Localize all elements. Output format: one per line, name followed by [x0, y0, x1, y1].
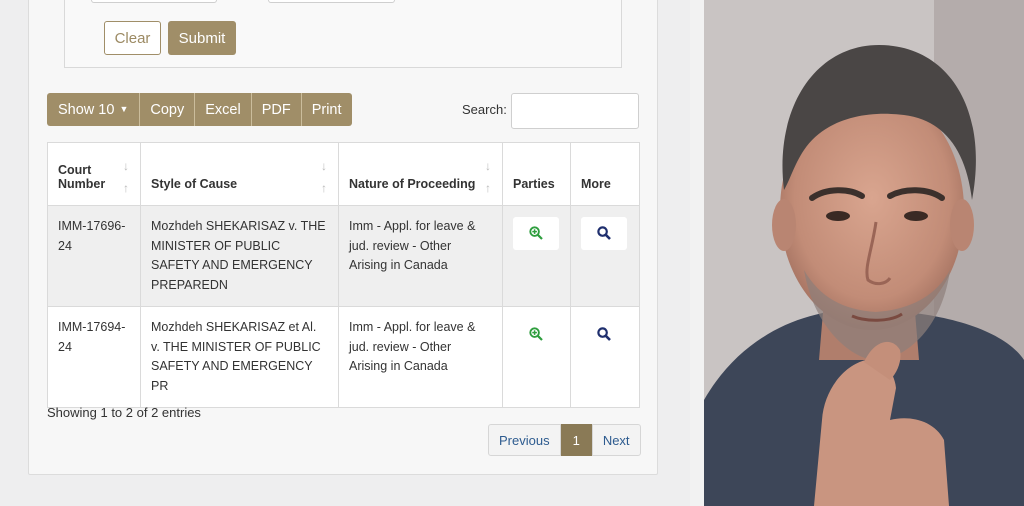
cell-style-of-cause: Mozhdeh SHEKARISAZ v. THE MINISTER OF PU… — [140, 205, 339, 307]
browser-page: Clear Submit Show 10 ▼ Copy Excel PDF Pri… — [0, 0, 690, 506]
col-header-more: More — [570, 142, 640, 206]
form-field-stub[interactable] — [91, 0, 217, 3]
search-label: Search: — [462, 102, 507, 117]
print-button[interactable]: Print — [301, 93, 352, 126]
pdf-button[interactable]: PDF — [251, 93, 302, 126]
zoom-in-icon — [529, 327, 543, 341]
results-table: Court Number ↓ ↑ Style of Cause ↓ ↑ Nature… — [47, 142, 640, 408]
show-entries-label: Show 10 — [58, 101, 115, 118]
more-button[interactable] — [581, 318, 627, 351]
header-court-line1: Court — [58, 163, 92, 177]
sort-icon: ↓ ↑ — [485, 159, 491, 195]
parties-button[interactable] — [513, 318, 559, 351]
copy-button[interactable]: Copy — [140, 93, 196, 126]
cell-court-number: IMM-17696-24 — [47, 205, 141, 307]
cell-court-number: IMM-17694-24 — [47, 306, 141, 408]
submit-button[interactable]: Submit — [168, 21, 236, 55]
show-entries-button[interactable]: Show 10 ▼ — [47, 93, 141, 126]
zoom-in-icon — [529, 226, 543, 240]
table-row: IMM-17696-24 Mozhdeh SHEKARISAZ v. THE M… — [47, 205, 640, 307]
presenter-video — [704, 0, 1024, 506]
clear-button[interactable]: Clear — [104, 21, 161, 55]
next-page-button[interactable]: Next — [591, 424, 641, 456]
header-nature-label: Nature of Proceeding — [349, 177, 476, 191]
col-header-nature[interactable]: Nature of Proceeding ↓ ↑ — [338, 142, 503, 206]
excel-button[interactable]: Excel — [195, 93, 252, 126]
header-court-line2: Number — [58, 177, 106, 191]
col-header-style-of-cause[interactable]: Style of Cause ↓ ↑ — [140, 142, 339, 206]
table-info: Showing 1 to 2 of 2 entries — [47, 405, 201, 420]
search-icon — [597, 226, 611, 240]
more-button[interactable] — [581, 217, 627, 250]
previous-page-button[interactable]: Previous — [488, 424, 561, 456]
caret-down-icon: ▼ — [119, 103, 129, 114]
sort-icon: ↓ ↑ — [321, 159, 327, 195]
pagination: Previous 1 Next — [488, 424, 641, 456]
cell-parties — [502, 306, 571, 408]
webcam-overlay — [690, 0, 1024, 506]
cell-nature: Imm - Appl. for leave & jud. review - Ot… — [338, 205, 503, 307]
table-header-row: Court Number ↓ ↑ Style of Cause ↓ ↑ Nature… — [47, 142, 640, 206]
search-input[interactable] — [511, 93, 639, 129]
table-toolbar: Show 10 ▼ Copy Excel PDF Print — [47, 93, 352, 126]
header-style-label: Style of Cause — [151, 177, 238, 191]
col-header-parties: Parties — [502, 142, 571, 206]
cell-nature: Imm - Appl. for leave & jud. review - Ot… — [338, 306, 503, 408]
parties-button[interactable] — [513, 217, 559, 250]
search-icon — [597, 327, 611, 341]
col-header-court-number[interactable]: Court Number ↓ ↑ — [47, 142, 141, 206]
cell-parties — [502, 205, 571, 307]
sort-icon: ↓ ↑ — [123, 159, 129, 195]
cell-more — [570, 306, 640, 408]
page-number-button[interactable]: 1 — [560, 424, 592, 456]
form-field-stub[interactable] — [268, 0, 395, 3]
table-row: IMM-17694-24 Mozhdeh SHEKARISAZ et Al. v… — [47, 306, 640, 408]
cell-style-of-cause: Mozhdeh SHEKARISAZ et Al. v. THE MINISTE… — [140, 306, 339, 408]
cell-more — [570, 205, 640, 307]
